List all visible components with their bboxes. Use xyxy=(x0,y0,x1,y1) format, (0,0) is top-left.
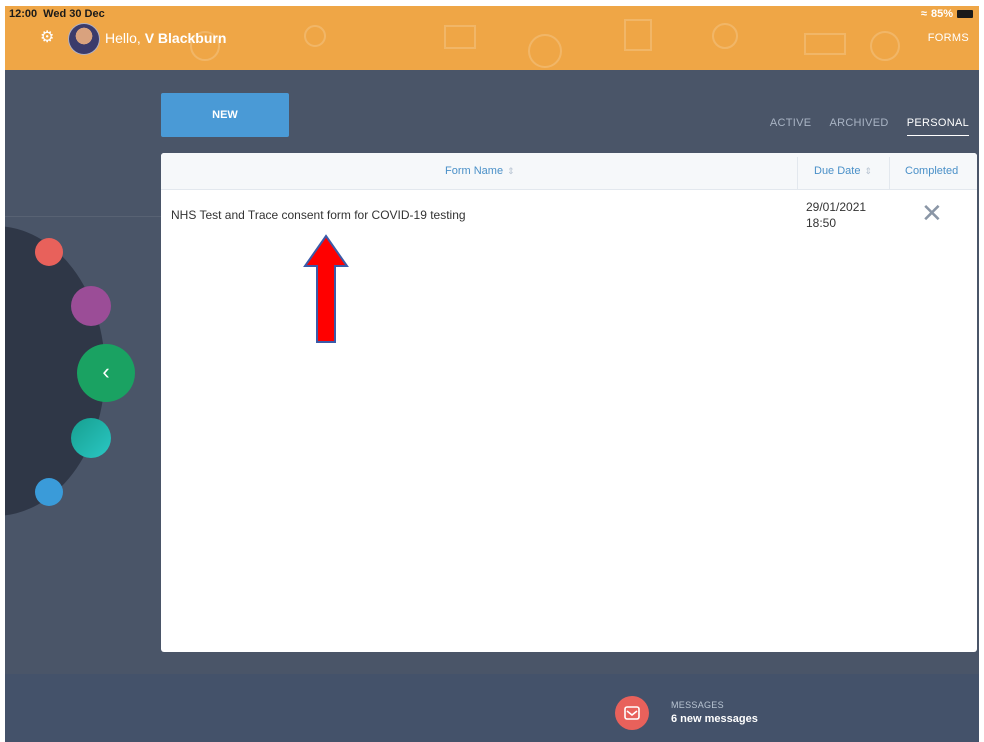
wifi-icon: ≈ xyxy=(920,8,927,20)
column-label: Form Name xyxy=(445,165,504,177)
mail-icon xyxy=(624,706,640,720)
column-divider xyxy=(889,157,890,189)
column-header-form-name[interactable]: Form Name ⇕ xyxy=(445,165,515,177)
user-name: V Blackburn xyxy=(144,30,227,46)
messages-count[interactable]: 6 new messages xyxy=(671,713,758,725)
status-bar-left: 12:00 Wed 30 Dec xyxy=(9,8,105,20)
app-header: 12:00 Wed 30 Dec ≈ 85% ⚙ Hello, V Blackbu… xyxy=(5,6,979,70)
new-form-button[interactable]: NEW xyxy=(161,93,289,137)
sort-icon: ⇕ xyxy=(507,166,515,176)
status-time: 12:00 xyxy=(9,8,38,20)
x-icon: ✕ xyxy=(921,198,943,228)
avatar[interactable] xyxy=(68,23,100,55)
column-header-due-date[interactable]: Due Date ⇕ xyxy=(814,165,872,177)
chevron-left-icon: ‹ xyxy=(102,359,110,384)
menu-dot-purple[interactable] xyxy=(71,286,111,326)
form-tabs: ACTIVE ARCHIVED PERSONAL xyxy=(770,117,969,136)
status-bar-right: ≈ 85% xyxy=(921,8,973,20)
menu-dot-teal[interactable] xyxy=(71,418,111,458)
app-screen: 12:00 Wed 30 Dec ≈ 85% ⚙ Hello, V Blackbu… xyxy=(5,6,979,742)
app-footer: MESSAGES 6 new messages xyxy=(5,674,979,742)
battery-icon xyxy=(957,10,973,18)
row-due-date: 29/01/2021 18:50 xyxy=(806,199,866,231)
column-header-completed[interactable]: Completed xyxy=(905,165,958,177)
battery-level: 85% xyxy=(930,8,953,20)
status-date: Wed 30 Dec xyxy=(43,8,105,20)
tab-archived[interactable]: ARCHIVED xyxy=(829,117,888,136)
forms-nav-link[interactable]: FORMS xyxy=(928,32,969,44)
table-header: Form Name ⇕ Due Date ⇕ Completed xyxy=(161,153,977,190)
menu-dot-blue[interactable] xyxy=(35,478,63,506)
messages-button[interactable] xyxy=(615,696,649,730)
tab-active[interactable]: ACTIVE xyxy=(770,117,812,136)
menu-dot-red[interactable] xyxy=(35,238,63,266)
divider xyxy=(5,216,161,217)
column-label: Due Date xyxy=(814,165,861,177)
tab-personal[interactable]: PERSONAL xyxy=(906,117,969,136)
greeting-prefix: Hello, xyxy=(105,30,141,46)
settings-gear-icon[interactable]: ⚙ xyxy=(40,30,56,46)
due-time: 18:50 xyxy=(806,216,837,230)
due-date: 29/01/2021 xyxy=(806,200,867,214)
forms-table: Form Name ⇕ Due Date ⇕ Completed NHS Test … xyxy=(161,153,977,652)
messages-title: MESSAGES xyxy=(671,700,724,710)
sort-icon: ⇕ xyxy=(864,166,873,176)
arrow-up-icon xyxy=(303,234,349,343)
column-divider xyxy=(797,157,798,189)
greeting: Hello, V Blackburn xyxy=(105,30,226,46)
back-chevron-button[interactable]: ‹ xyxy=(77,344,135,402)
row-form-name[interactable]: NHS Test and Trace consent form for COVI… xyxy=(171,208,466,222)
